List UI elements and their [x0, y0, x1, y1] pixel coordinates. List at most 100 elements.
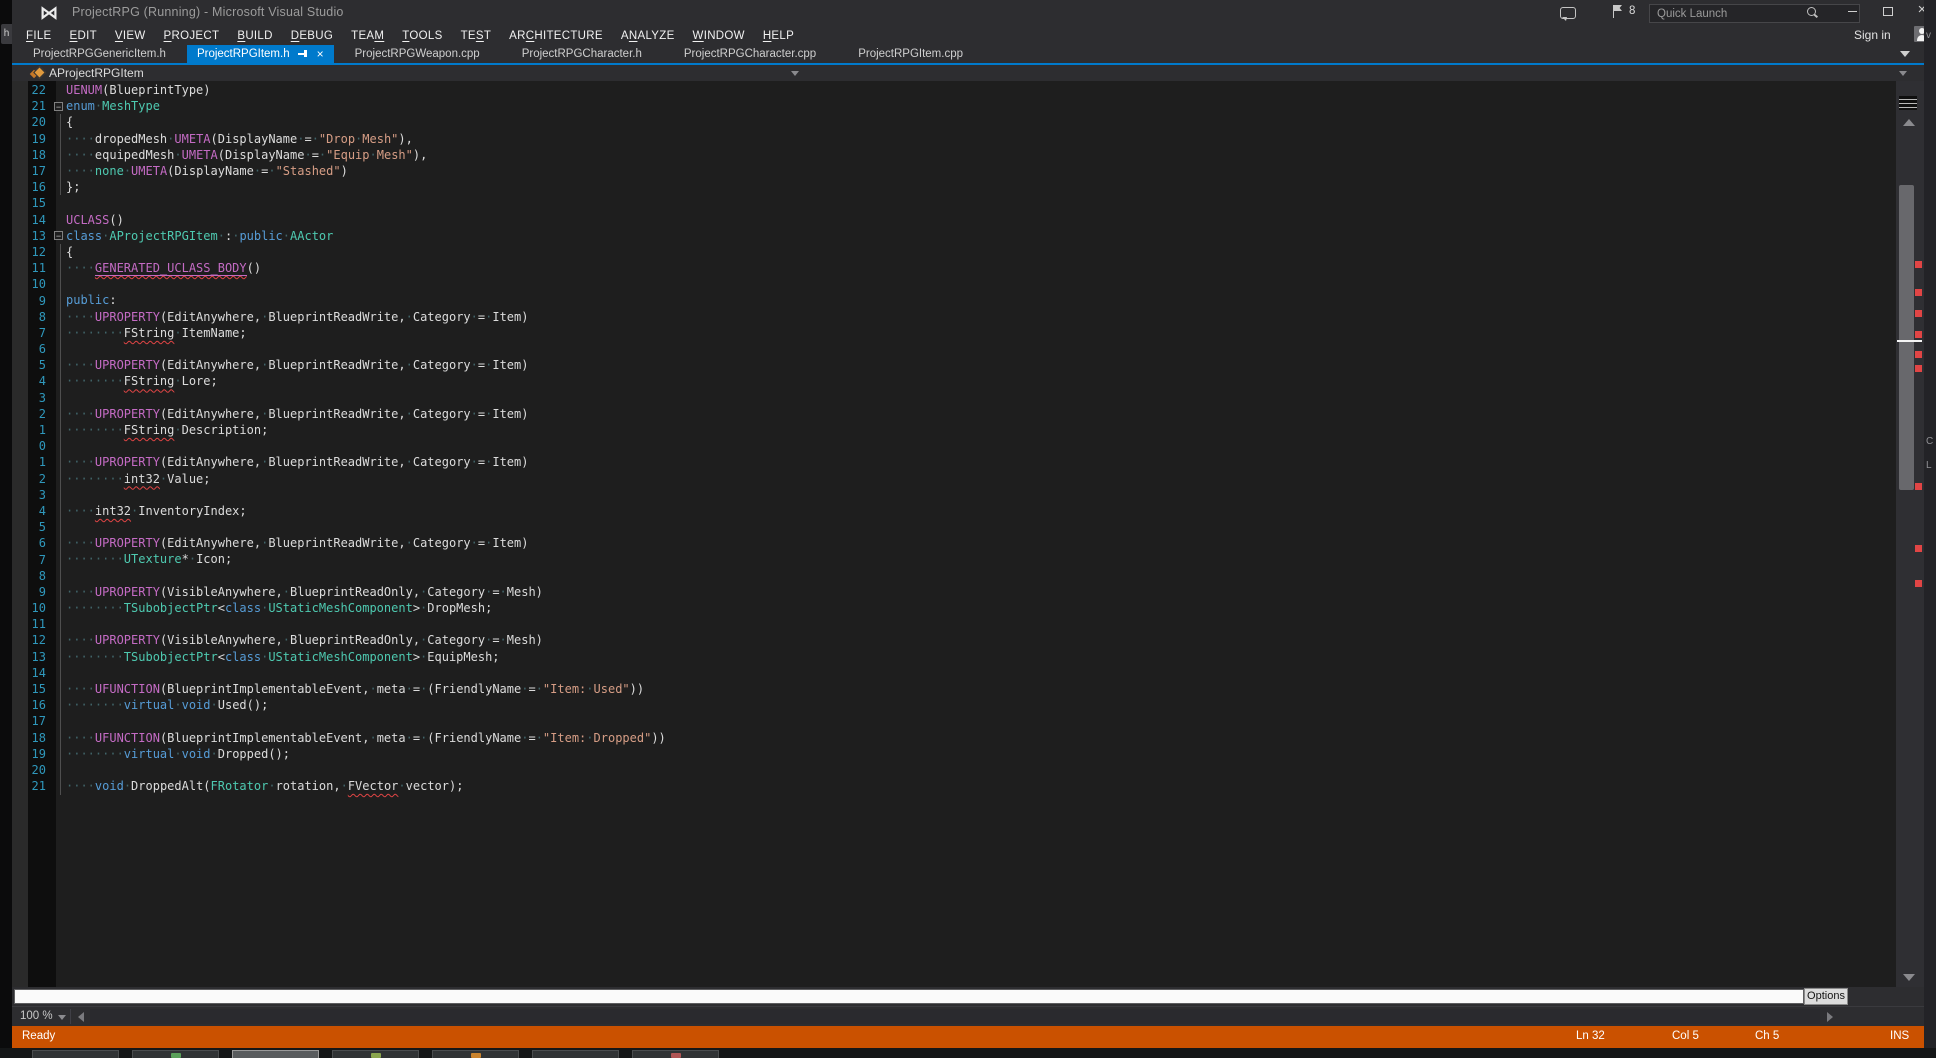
tab-projectrpgcharacter.h[interactable]: ProjectRPGCharacter.h — [501, 45, 663, 63]
taskbar-button[interactable] — [632, 1050, 719, 1058]
tab-overflow-icon[interactable] — [1900, 51, 1910, 57]
code-line[interactable]: ········TSubobjectPtr<class·UStaticMeshC… — [60, 600, 492, 616]
tab-projectrpgitem.h[interactable]: ProjectRPGItem.h× — [187, 45, 334, 63]
menu-project[interactable]: PROJECT — [155, 30, 229, 42]
scroll-down-icon[interactable] — [1903, 974, 1915, 981]
code-line[interactable]: enum·MeshType — [60, 98, 160, 114]
code-line[interactable]: ····dropedMesh·UMETA(DisplayName·=·"Drop… — [60, 131, 413, 147]
code-line[interactable]: { — [60, 244, 73, 260]
navbar-types-chevron-icon[interactable] — [791, 71, 799, 76]
find-bar-input[interactable] — [14, 989, 1804, 1004]
code-line[interactable]: { — [60, 114, 73, 130]
notifications-flag-icon[interactable] — [1613, 5, 1624, 18]
code-line[interactable]: class·AProjectRPGItem·:·public·AActor — [60, 228, 333, 244]
code-line[interactable]: ····UPROPERTY(EditAnywhere,·BlueprintRea… — [60, 309, 528, 325]
code-line[interactable]: ····UFUNCTION(BlueprintImplementableEven… — [60, 730, 666, 746]
taskbar-button[interactable] — [432, 1050, 519, 1058]
code-token: = — [492, 585, 499, 599]
code-line[interactable]: ········FString·Lore; — [60, 373, 218, 389]
hscroll-left-icon[interactable] — [78, 1012, 84, 1022]
restore-button[interactable] — [1874, 0, 1902, 22]
taskbar-button[interactable] — [332, 1050, 419, 1058]
code-line[interactable]: ····UPROPERTY(EditAnywhere,·BlueprintRea… — [60, 535, 528, 551]
taskbar-button[interactable] — [532, 1050, 619, 1058]
menu-tools[interactable]: TOOLS — [393, 30, 451, 42]
code-token: UENUM — [66, 83, 102, 97]
code-token: ···· — [66, 455, 95, 469]
minimize-button[interactable] — [1838, 0, 1866, 22]
code-token: virtual — [124, 747, 175, 761]
horizontal-scrollbar[interactable] — [90, 1009, 1820, 1024]
code-line[interactable]: ········virtual·void·Dropped(); — [60, 746, 290, 762]
line-number: 21 — [12, 779, 46, 793]
code-line[interactable]: ········virtual·void·Used(); — [60, 697, 268, 713]
notification-count[interactable]: 8 — [1629, 5, 1635, 17]
code-token: Category — [413, 536, 471, 550]
taskbar-app-icon — [371, 1053, 381, 1058]
menu-window[interactable]: WINDOW — [684, 30, 754, 42]
menu-help[interactable]: HELP — [754, 30, 803, 42]
line-number: 15 — [12, 682, 46, 696]
code-line[interactable]: ····equipedMesh·UMETA(DisplayName·=·"Equ… — [60, 147, 427, 163]
quick-launch-input[interactable] — [1649, 4, 1860, 23]
code-token: (DisplayName — [211, 132, 298, 146]
code-line[interactable]: ····none·UMETA(DisplayName·=·"Stashed") — [60, 163, 348, 179]
menu-architecture[interactable]: ARCHITECTURE — [500, 30, 612, 42]
tab-pin-icon[interactable] — [298, 49, 309, 59]
code-line[interactable]: ········FString·Description; — [60, 422, 268, 438]
code-line[interactable]: ····UPROPERTY(EditAnywhere,·BlueprintRea… — [60, 406, 528, 422]
menu-build[interactable]: BUILD — [228, 30, 281, 42]
menu-debug[interactable]: DEBUG — [282, 30, 342, 42]
feedback-icon[interactable] — [1560, 7, 1576, 19]
sign-in-link[interactable]: Sign in — [1854, 28, 1891, 42]
code-line[interactable]: ····UPROPERTY(EditAnywhere,·BlueprintRea… — [60, 454, 528, 470]
code-line[interactable]: ····UPROPERTY(EditAnywhere,·BlueprintRea… — [60, 357, 528, 373]
code-line[interactable]: ····int32·InventoryIndex; — [60, 503, 247, 519]
menu-edit[interactable]: EDIT — [61, 30, 106, 42]
code-line[interactable]: ····UPROPERTY(VisibleAnywhere,·Blueprint… — [60, 632, 543, 648]
code-token: ········ — [66, 698, 124, 712]
code-editor[interactable]: 22UENUM(BlueprintType)21−enum·MeshType20… — [12, 81, 1924, 987]
fold-collapse-icon[interactable]: − — [54, 231, 63, 240]
code-line[interactable]: }; — [60, 179, 80, 195]
fold-column — [46, 309, 60, 325]
scrollbar-thumb[interactable] — [1899, 185, 1914, 490]
code-line[interactable]: ········UTexture*·Icon; — [60, 551, 232, 567]
menu-analyze[interactable]: ANALYZE — [612, 30, 684, 42]
zoom-chevron-icon[interactable] — [58, 1015, 66, 1020]
code-line[interactable]: public: — [60, 292, 117, 308]
tab-projectrpggenericitem.h[interactable]: ProjectRPGGenericItem.h — [12, 45, 187, 63]
code-line[interactable]: UCLASS() — [60, 212, 124, 228]
split-editor-handle[interactable] — [1899, 96, 1917, 110]
code-line[interactable]: ····UPROPERTY(VisibleAnywhere,·Blueprint… — [60, 584, 543, 600]
scroll-up-icon[interactable] — [1903, 119, 1915, 126]
tab-projectrpgitem.cpp[interactable]: ProjectRPGItem.cpp — [837, 45, 984, 63]
taskbar-button[interactable] — [132, 1050, 219, 1058]
menu-file[interactable]: FILE — [17, 30, 61, 42]
taskbar-button[interactable] — [32, 1050, 119, 1058]
options-button[interactable]: Options — [1804, 988, 1848, 1005]
windows-taskbar — [0, 1048, 1936, 1058]
code-line[interactable]: ········TSubobjectPtr<class·UStaticMeshC… — [60, 649, 500, 665]
code-token: (FriendlyName — [427, 731, 521, 745]
tab-close-icon[interactable]: × — [317, 49, 324, 59]
taskbar-button[interactable] — [232, 1050, 319, 1058]
vertical-scrollbar[interactable] — [1896, 81, 1924, 987]
tab-projectrpgcharacter.cpp[interactable]: ProjectRPGCharacter.cpp — [663, 45, 837, 63]
menu-test[interactable]: TEST — [452, 30, 501, 42]
code-line[interactable]: ····UFUNCTION(BlueprintImplementableEven… — [60, 681, 644, 697]
navbar-members-chevron-icon[interactable] — [1899, 71, 1907, 76]
code-row: 4····int32·InventoryIndex; — [12, 503, 1896, 519]
fold-collapse-icon[interactable]: − — [54, 102, 63, 111]
hscroll-right-icon[interactable] — [1827, 1012, 1833, 1022]
menu-view[interactable]: VIEW — [106, 30, 155, 42]
code-line[interactable]: UENUM(BlueprintType) — [60, 82, 211, 98]
code-line[interactable]: ········FString·ItemName; — [60, 325, 247, 341]
zoom-level-select[interactable]: 100 % — [20, 1010, 53, 1022]
code-line[interactable]: ····void·DroppedAlt(FRotator·rotation,·F… — [60, 778, 463, 794]
menu-team[interactable]: TEAM — [342, 30, 393, 42]
tab-projectrpgweapon.cpp[interactable]: ProjectRPGWeapon.cpp — [334, 45, 501, 63]
code-line[interactable]: ····GENERATED_UCLASS_BODY() — [60, 260, 261, 276]
navbar-scope-dropdown[interactable]: AProjectRPGItem — [49, 66, 144, 80]
code-line[interactable]: ········int32·Value; — [60, 471, 211, 487]
